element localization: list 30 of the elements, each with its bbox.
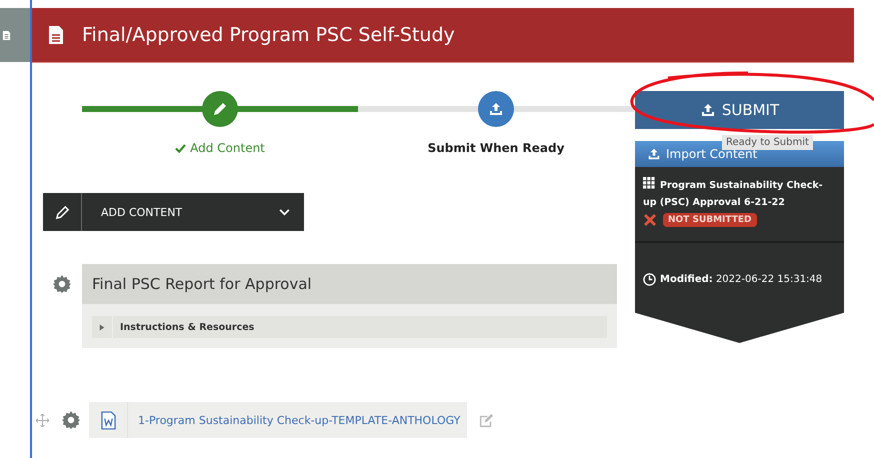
- modified-date: Modified: 2022-06-22 15:31:48: [660, 274, 822, 285]
- section-title: Final PSC Report for Approval: [82, 264, 617, 304]
- document-icon: [2, 30, 11, 40]
- file-link[interactable]: 1-Program Sustainability Check-up-TEMPLATE-ANTHOLOGY: [138, 414, 460, 426]
- side-tab[interactable]: [0, 8, 30, 62]
- word-document-icon: [100, 410, 116, 430]
- pencil-icon: [212, 101, 228, 117]
- submit-button[interactable]: SUBMIT: [635, 91, 844, 129]
- document-icon: [48, 25, 64, 45]
- tooltip: Ready to Submit: [722, 135, 813, 150]
- upload-icon: [647, 147, 661, 161]
- clock-icon: [643, 273, 656, 286]
- step-label: Add Content: [175, 141, 265, 155]
- upload-icon: [700, 102, 716, 118]
- item-title: Program Sustainability Check-up (PSC) Approval 6-21-22: [643, 177, 836, 211]
- upload-icon: [488, 101, 504, 117]
- page-title: Final/Approved Program PSC Self-Study: [82, 24, 455, 46]
- check-icon: [175, 144, 186, 152]
- chevron-down-icon: [279, 208, 290, 216]
- collapsible-row[interactable]: Instructions & Resources: [92, 316, 607, 338]
- step-label: Submit When Ready: [428, 141, 564, 155]
- settings-icon[interactable]: [62, 411, 80, 429]
- status-badge: NOT SUBMITTED: [663, 213, 757, 227]
- edit-icon[interactable]: [479, 412, 494, 428]
- caret-right-icon: [99, 324, 105, 330]
- move-icon[interactable]: [36, 414, 49, 426]
- grid-icon: [643, 177, 655, 189]
- add-content-menu[interactable]: ADD CONTENT: [43, 193, 304, 231]
- settings-icon[interactable]: [53, 275, 71, 293]
- pencil-icon: [54, 204, 70, 220]
